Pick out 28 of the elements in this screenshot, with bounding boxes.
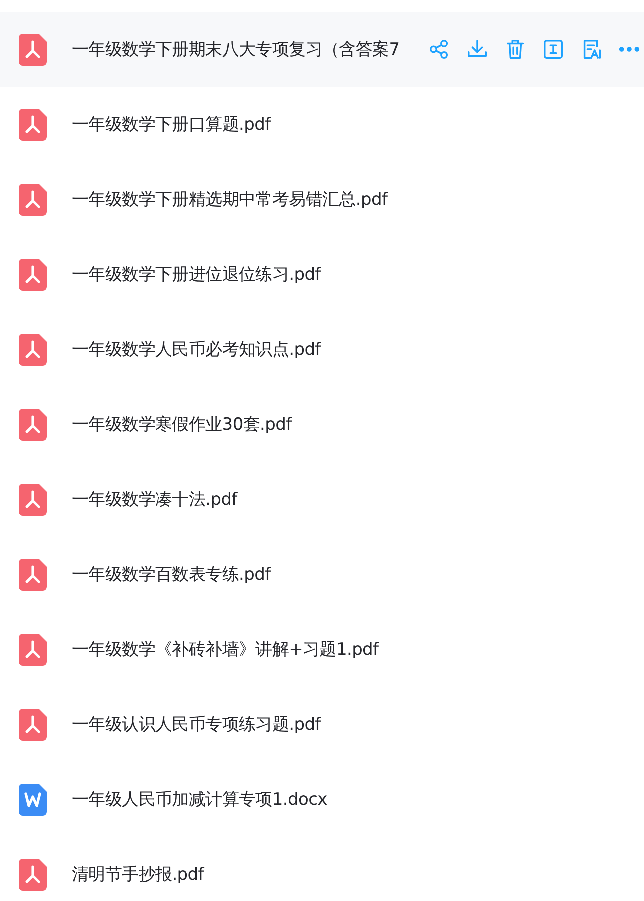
pdf-file-icon xyxy=(19,634,47,666)
word-file-icon xyxy=(19,784,47,816)
file-name[interactable]: 一年级人民币加减计算专项1.docx xyxy=(72,788,328,811)
row-highlight[interactable]: 一年级数学下册期末八大专项复习（含答案7 xyxy=(0,12,644,87)
file-name[interactable]: 一年级数学下册精选期中常考易错汇总.pdf xyxy=(72,188,388,211)
file-name[interactable]: 一年级数学寒假作业30套.pdf xyxy=(72,413,292,436)
pdf-file-icon xyxy=(19,858,47,890)
file-name[interactable]: 一年级数学下册进位退位练习.pdf xyxy=(72,263,321,286)
file-name[interactable]: 一年级数学《补砖补墙》讲解+习题1.pdf xyxy=(72,638,379,661)
pdf-file-icon xyxy=(19,334,47,366)
pdf-file-icon xyxy=(19,108,47,140)
file-name[interactable]: 一年级认识人民币专项练习题.pdf xyxy=(72,713,321,736)
trash-icon[interactable] xyxy=(504,38,527,61)
share-icon[interactable] xyxy=(428,38,451,61)
pdf-file-icon xyxy=(19,484,47,516)
pdf-file-icon xyxy=(19,34,47,66)
pdf-file-icon xyxy=(19,408,47,440)
file-name[interactable]: 一年级数学百数表专练.pdf xyxy=(72,563,271,586)
file-name[interactable]: 一年级数学下册口算题.pdf xyxy=(72,113,271,136)
pdf-file-icon xyxy=(19,258,47,290)
file-name[interactable]: 一年级数学凑十法.pdf xyxy=(72,488,238,511)
pdf-file-icon xyxy=(19,184,47,216)
file-name[interactable]: 一年级数学人民币必考知识点.pdf xyxy=(72,338,321,361)
file-name[interactable]: 一年级数学下册期末八大专项复习（含答案7 xyxy=(72,38,400,61)
rename-icon[interactable] xyxy=(542,38,565,61)
pdf-file-icon xyxy=(19,558,47,590)
file-name[interactable]: 清明节手抄报.pdf xyxy=(72,863,204,886)
pdf-file-icon xyxy=(19,708,47,740)
